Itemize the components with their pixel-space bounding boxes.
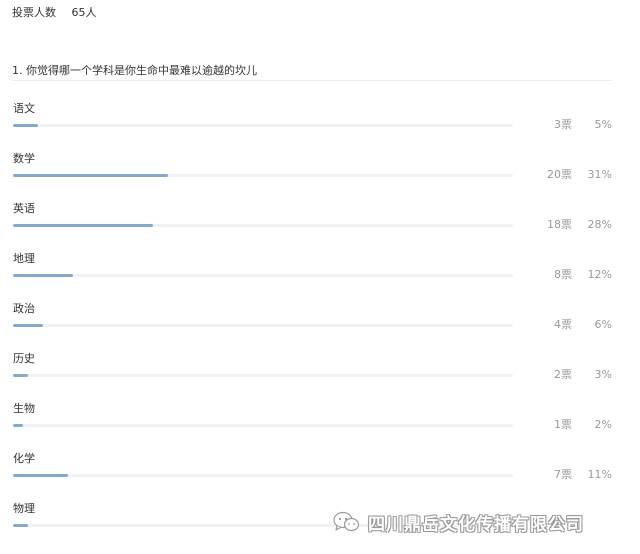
option-percent: 5% <box>594 118 612 131</box>
option-percent: 11% <box>587 468 612 481</box>
option-progress-fill <box>13 174 168 177</box>
option-percent: 3% <box>594 368 612 381</box>
option-progress-track <box>13 174 513 177</box>
option-progress-track <box>13 124 513 127</box>
option-label: 英语 <box>13 202 35 215</box>
option-vote-count: 8票 <box>554 268 572 281</box>
poll-option: 英语 18票 28% <box>0 202 640 242</box>
option-progress-track <box>13 374 513 377</box>
option-vote-count: 1票 <box>554 418 572 431</box>
option-label: 化学 <box>13 452 35 465</box>
option-progress-track <box>13 424 513 427</box>
option-label: 物理 <box>13 502 35 515</box>
option-progress-fill <box>13 124 38 127</box>
poll-option: 历史 2票 3% <box>0 352 640 392</box>
poll-option: 数学 20票 31% <box>0 152 640 192</box>
watermark: 四川鼎岳文化传播有限公司 <box>332 508 584 536</box>
option-percent: 28% <box>587 218 612 231</box>
option-progress-fill <box>13 374 28 377</box>
option-progress-fill <box>13 224 153 227</box>
option-percent: 6% <box>594 318 612 331</box>
option-vote-count: 2票 <box>554 368 572 381</box>
option-label: 生物 <box>13 402 35 415</box>
option-vote-count: 4票 <box>554 318 572 331</box>
option-progress-fill <box>13 274 73 277</box>
option-vote-count: 3票 <box>554 118 572 131</box>
option-vote-count: 7票 <box>554 468 572 481</box>
option-progress-track <box>13 274 513 277</box>
poll-option: 化学 7票 11% <box>0 452 640 492</box>
option-label: 政治 <box>13 302 35 315</box>
watermark-text: 四川鼎岳文化传播有限公司 <box>368 514 584 535</box>
option-label: 历史 <box>13 352 35 365</box>
option-vote-count: 18票 <box>547 218 572 231</box>
option-progress-track <box>13 324 513 327</box>
poll-option: 地理 8票 12% <box>0 252 640 292</box>
options-list: 语文 3票 5% 数学 20票 31% 英语 18票 28% 地理 8票 12% 政治 4票 6% 历史 2票 3… <box>0 0 640 554</box>
option-percent: 12% <box>587 268 612 281</box>
wechat-icon <box>333 511 360 532</box>
poll-option: 语文 3票 5% <box>0 102 640 142</box>
option-vote-count: 20票 <box>547 168 572 181</box>
poll-option: 生物 1票 2% <box>0 402 640 442</box>
option-progress-fill <box>13 424 23 427</box>
poll-results-page: 投票人数 65人 1. 你觉得哪一个学科是你生命中最难以逾越的坎儿 语文 3票 5%… <box>0 0 640 554</box>
option-progress-track <box>13 224 513 227</box>
option-progress-fill <box>13 474 68 477</box>
option-progress-fill <box>13 324 43 327</box>
option-percent: 2% <box>594 418 612 431</box>
option-progress-track <box>13 474 513 477</box>
option-progress-fill <box>13 524 28 527</box>
option-label: 语文 <box>13 102 35 115</box>
option-label: 地理 <box>13 252 35 265</box>
option-label: 数学 <box>13 152 35 165</box>
poll-option: 政治 4票 6% <box>0 302 640 342</box>
option-percent: 31% <box>587 168 612 181</box>
